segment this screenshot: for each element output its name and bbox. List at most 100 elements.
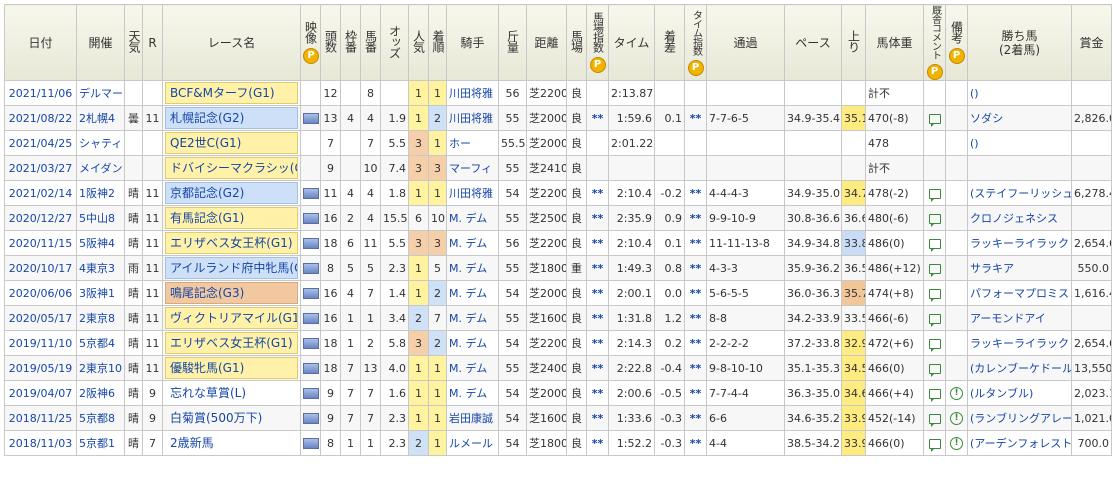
- race-name-link[interactable]: 優駿牝馬(G1): [165, 357, 298, 379]
- race-date-link[interactable]: 2019/05/19: [4, 355, 77, 381]
- race-date-link[interactable]: 2018/11/03: [4, 430, 77, 456]
- video-icon[interactable]: [303, 438, 319, 449]
- remarks-icon[interactable]: !: [950, 411, 963, 425]
- race-name-link[interactable]: 鳴尾記念(G3): [165, 282, 298, 304]
- video-icon[interactable]: [303, 213, 319, 224]
- comment-icon[interactable]: [928, 188, 941, 202]
- race-name-link[interactable]: 京都記念(G2): [165, 182, 298, 204]
- jockey-link[interactable]: 川田将雅: [446, 180, 499, 206]
- venue-link[interactable]: デルマー: [76, 80, 125, 106]
- winner-link[interactable]: (): [967, 80, 1072, 106]
- winner-link[interactable]: (): [967, 130, 1072, 156]
- race-name-link[interactable]: QE2世C(G1): [165, 132, 298, 154]
- race-name-link[interactable]: 札幌記念(G2): [165, 107, 298, 129]
- video-icon[interactable]: [303, 313, 319, 324]
- race-date-link[interactable]: 2021/04/25: [4, 130, 77, 156]
- comment-icon[interactable]: [928, 438, 941, 452]
- venue-link[interactable]: 2東京10: [76, 355, 125, 381]
- video-icon[interactable]: [303, 188, 319, 199]
- winner-link[interactable]: [967, 155, 1072, 181]
- venue-link[interactable]: 2東京8: [76, 305, 125, 331]
- comment-icon[interactable]: [928, 238, 941, 252]
- venue-link[interactable]: シャティ: [76, 130, 125, 156]
- race-name-link[interactable]: BCF&Mターフ(G1): [165, 82, 298, 104]
- venue-link[interactable]: 3阪神1: [76, 280, 125, 306]
- jockey-link[interactable]: M. デム: [446, 280, 499, 306]
- venue-link[interactable]: 5京都4: [76, 330, 125, 356]
- venue-link[interactable]: 5京都8: [76, 405, 125, 431]
- jockey-link[interactable]: M. デム: [446, 230, 499, 256]
- comment-icon[interactable]: [928, 413, 941, 427]
- race-date-link[interactable]: 2018/11/25: [4, 405, 77, 431]
- comment-icon[interactable]: [928, 363, 941, 377]
- race-name-link[interactable]: エリザベス女王杯(G1): [165, 332, 298, 354]
- video-icon[interactable]: [303, 388, 319, 399]
- winner-link[interactable]: パフォーマプロミス: [967, 280, 1072, 306]
- winner-link[interactable]: (ステイフーリッシュ): [967, 180, 1072, 206]
- race-date-link[interactable]: 2020/12/27: [4, 205, 77, 231]
- remarks-icon[interactable]: !: [950, 436, 963, 450]
- race-date-link[interactable]: 2020/10/17: [4, 255, 77, 281]
- video-icon[interactable]: [303, 238, 319, 249]
- jockey-link[interactable]: M. デム: [446, 305, 499, 331]
- race-date-link[interactable]: 2021/03/27: [4, 155, 77, 181]
- winner-link[interactable]: アーモンドアイ: [967, 305, 1072, 331]
- race-date-link[interactable]: 2020/06/06: [4, 280, 77, 306]
- race-name-link[interactable]: 2歳新馬: [165, 432, 298, 454]
- comment-icon[interactable]: [928, 288, 941, 302]
- race-name-link[interactable]: 忘れな草賞(L): [165, 382, 298, 404]
- jockey-link[interactable]: M. デム: [446, 255, 499, 281]
- comment-icon[interactable]: [928, 263, 941, 277]
- race-date-link[interactable]: 2019/04/07: [4, 380, 77, 406]
- comment-icon[interactable]: [928, 213, 941, 227]
- jockey-link[interactable]: マーフィ: [446, 155, 499, 181]
- venue-link[interactable]: メイダン: [76, 155, 125, 181]
- winner-link[interactable]: ラッキーライラック: [967, 330, 1072, 356]
- venue-link[interactable]: 2阪神6: [76, 380, 125, 406]
- venue-link[interactable]: 5京都1: [76, 430, 125, 456]
- jockey-link[interactable]: 岩田康誠: [446, 405, 499, 431]
- jockey-link[interactable]: 川田将雅: [446, 80, 499, 106]
- race-date-link[interactable]: 2021/11/06: [4, 80, 77, 106]
- winner-link[interactable]: (ランブリングアレー): [967, 405, 1072, 431]
- winner-link[interactable]: (カレンブーケドール): [967, 355, 1072, 381]
- remarks-icon[interactable]: !: [950, 386, 963, 400]
- jockey-link[interactable]: ホー: [446, 130, 499, 156]
- venue-link[interactable]: 5中山8: [76, 205, 125, 231]
- winner-link[interactable]: クロノジェネシス: [967, 205, 1072, 231]
- race-date-link[interactable]: 2020/05/17: [4, 305, 77, 331]
- video-icon[interactable]: [303, 288, 319, 299]
- jockey-link[interactable]: M. デム: [446, 380, 499, 406]
- race-date-link[interactable]: 2020/11/15: [4, 230, 77, 256]
- venue-link[interactable]: 2札幌4: [76, 105, 125, 131]
- video-icon[interactable]: [303, 113, 319, 124]
- venue-link[interactable]: 4東京3: [76, 255, 125, 281]
- race-name-link[interactable]: 有馬記念(G1): [165, 207, 298, 229]
- winner-link[interactable]: サラキア: [967, 255, 1072, 281]
- race-name-link[interactable]: アイルランド府中牝馬(G2): [165, 257, 298, 279]
- jockey-link[interactable]: 川田将雅: [446, 105, 499, 131]
- video-icon[interactable]: [303, 363, 319, 374]
- video-icon[interactable]: [303, 413, 319, 424]
- jockey-link[interactable]: M. デム: [446, 205, 499, 231]
- venue-link[interactable]: 5阪神4: [76, 230, 125, 256]
- race-date-link[interactable]: 2019/11/10: [4, 330, 77, 356]
- comment-icon[interactable]: [928, 338, 941, 352]
- winner-link[interactable]: (ルタンブル): [967, 380, 1072, 406]
- jockey-link[interactable]: ルメール: [446, 430, 499, 456]
- video-icon[interactable]: [303, 263, 319, 274]
- jockey-link[interactable]: M. デム: [446, 330, 499, 356]
- winner-link[interactable]: ソダシ: [967, 105, 1072, 131]
- race-name-link[interactable]: エリザベス女王杯(G1): [165, 232, 298, 254]
- col-date[interactable]: 日付: [4, 4, 77, 81]
- jockey-link[interactable]: M. デム: [446, 355, 499, 381]
- race-date-link[interactable]: 2021/08/22: [4, 105, 77, 131]
- winner-link[interactable]: (アーデンフォレスト): [967, 430, 1072, 456]
- comment-icon[interactable]: [928, 388, 941, 402]
- race-name-link[interactable]: 白菊賞(500万下): [165, 407, 298, 429]
- video-icon[interactable]: [303, 338, 319, 349]
- venue-link[interactable]: 1阪神2: [76, 180, 125, 206]
- race-name-link[interactable]: ドバイシーマクラシッ(G1): [165, 157, 298, 179]
- comment-icon[interactable]: [928, 313, 941, 327]
- winner-link[interactable]: ラッキーライラック: [967, 230, 1072, 256]
